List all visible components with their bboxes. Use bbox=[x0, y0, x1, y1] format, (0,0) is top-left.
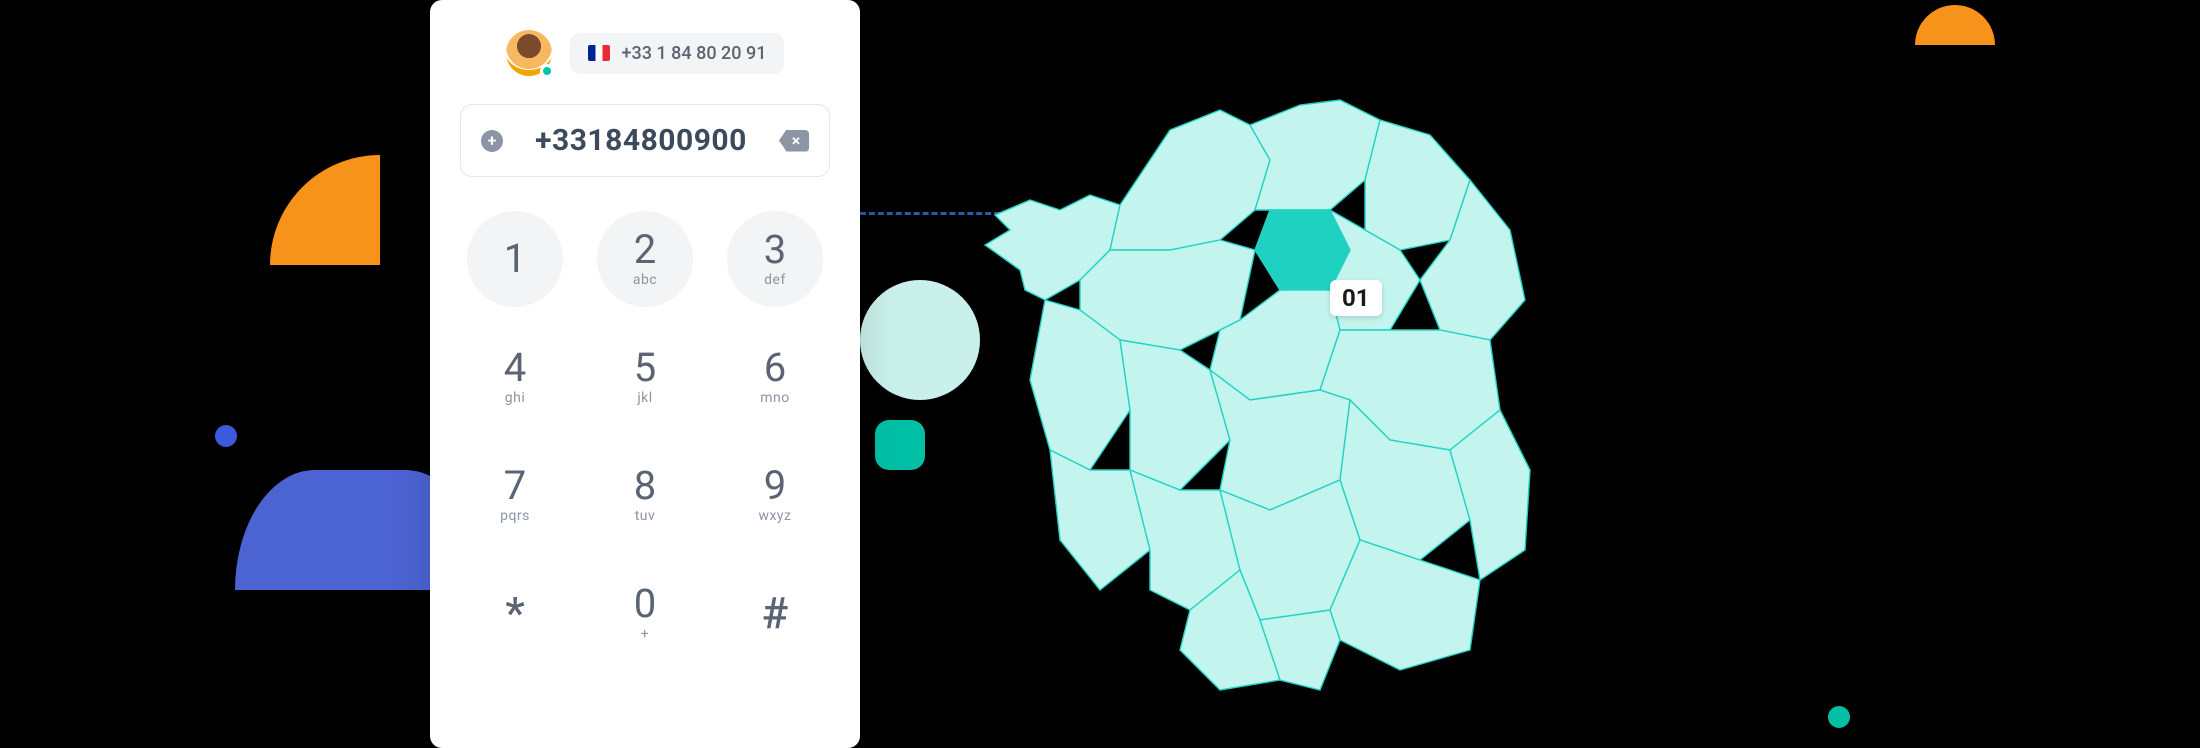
keypad-letters: pqrs bbox=[500, 508, 530, 524]
france-flag-icon bbox=[588, 45, 610, 61]
decor-teal-dot bbox=[1828, 706, 1850, 728]
keypad-letters: abc bbox=[633, 272, 657, 288]
number-input[interactable]: +33184800900 bbox=[460, 104, 830, 177]
keypad-digit: 8 bbox=[634, 466, 656, 506]
decor-orange-half bbox=[1915, 5, 1995, 45]
keypad-digit: 4 bbox=[504, 348, 526, 388]
add-contact-icon[interactable] bbox=[481, 130, 503, 152]
decor-teal-squircle bbox=[875, 420, 925, 470]
keypad-key-*[interactable]: * bbox=[467, 565, 563, 661]
presence-indicator-icon bbox=[540, 64, 554, 78]
keypad-key-#[interactable]: # bbox=[727, 565, 823, 661]
keypad-digit: # bbox=[762, 591, 789, 635]
decor-blue-dot bbox=[215, 425, 237, 447]
keypad-digit: 7 bbox=[504, 466, 526, 506]
france-map: 01 bbox=[970, 50, 1590, 700]
keypad-digit: 1 bbox=[504, 239, 526, 279]
keypad-letters: ghi bbox=[505, 390, 525, 406]
avatar[interactable] bbox=[506, 30, 552, 76]
keypad-digit: 0 bbox=[634, 584, 656, 624]
keypad-letters: jkl bbox=[637, 390, 652, 406]
keypad-digit: 3 bbox=[764, 230, 786, 270]
keypad-letters: + bbox=[641, 626, 649, 642]
dialer-header: +33 1 84 80 20 91 bbox=[506, 30, 785, 76]
keypad-digit: 2 bbox=[634, 230, 656, 270]
number-input-value: +33184800900 bbox=[517, 123, 765, 158]
keypad: 12abc3def4ghi5jkl6mno7pqrs8tuv9wxyz*0+# bbox=[467, 211, 823, 661]
keypad-digit: 6 bbox=[764, 348, 786, 388]
keypad-letters: def bbox=[764, 272, 786, 288]
keypad-key-6[interactable]: 6 mno bbox=[727, 329, 823, 425]
keypad-letters: wxyz bbox=[758, 508, 791, 524]
caller-number-text: +33 1 84 80 20 91 bbox=[622, 43, 767, 64]
keypad-letters: mno bbox=[760, 390, 790, 406]
keypad-key-7[interactable]: 7 pqrs bbox=[467, 447, 563, 543]
caller-number-pill[interactable]: +33 1 84 80 20 91 bbox=[570, 33, 785, 74]
keypad-key-3[interactable]: 3 def bbox=[727, 211, 823, 307]
keypad-key-2[interactable]: 2 abc bbox=[597, 211, 693, 307]
keypad-key-1[interactable]: 1 bbox=[467, 211, 563, 307]
keypad-key-5[interactable]: 5 jkl bbox=[597, 329, 693, 425]
keypad-digit: * bbox=[505, 591, 525, 635]
france-map-svg bbox=[970, 50, 1590, 700]
decor-orange-quarter bbox=[270, 155, 380, 265]
keypad-key-8[interactable]: 8 tuv bbox=[597, 447, 693, 543]
keypad-letters: tuv bbox=[635, 508, 656, 524]
decor-mint-circle bbox=[860, 280, 980, 400]
keypad-digit: 5 bbox=[634, 348, 656, 388]
backspace-icon[interactable] bbox=[779, 130, 809, 152]
keypad-digit: 9 bbox=[764, 466, 786, 506]
keypad-key-9[interactable]: 9 wxyz bbox=[727, 447, 823, 543]
dialer-panel: +33 1 84 80 20 91 +33184800900 1 2 abc 3 def… bbox=[430, 0, 860, 748]
keypad-key-0[interactable]: 0+ bbox=[597, 565, 693, 661]
region-code-label: 01 bbox=[1330, 280, 1382, 316]
keypad-key-4[interactable]: 4 ghi bbox=[467, 329, 563, 425]
